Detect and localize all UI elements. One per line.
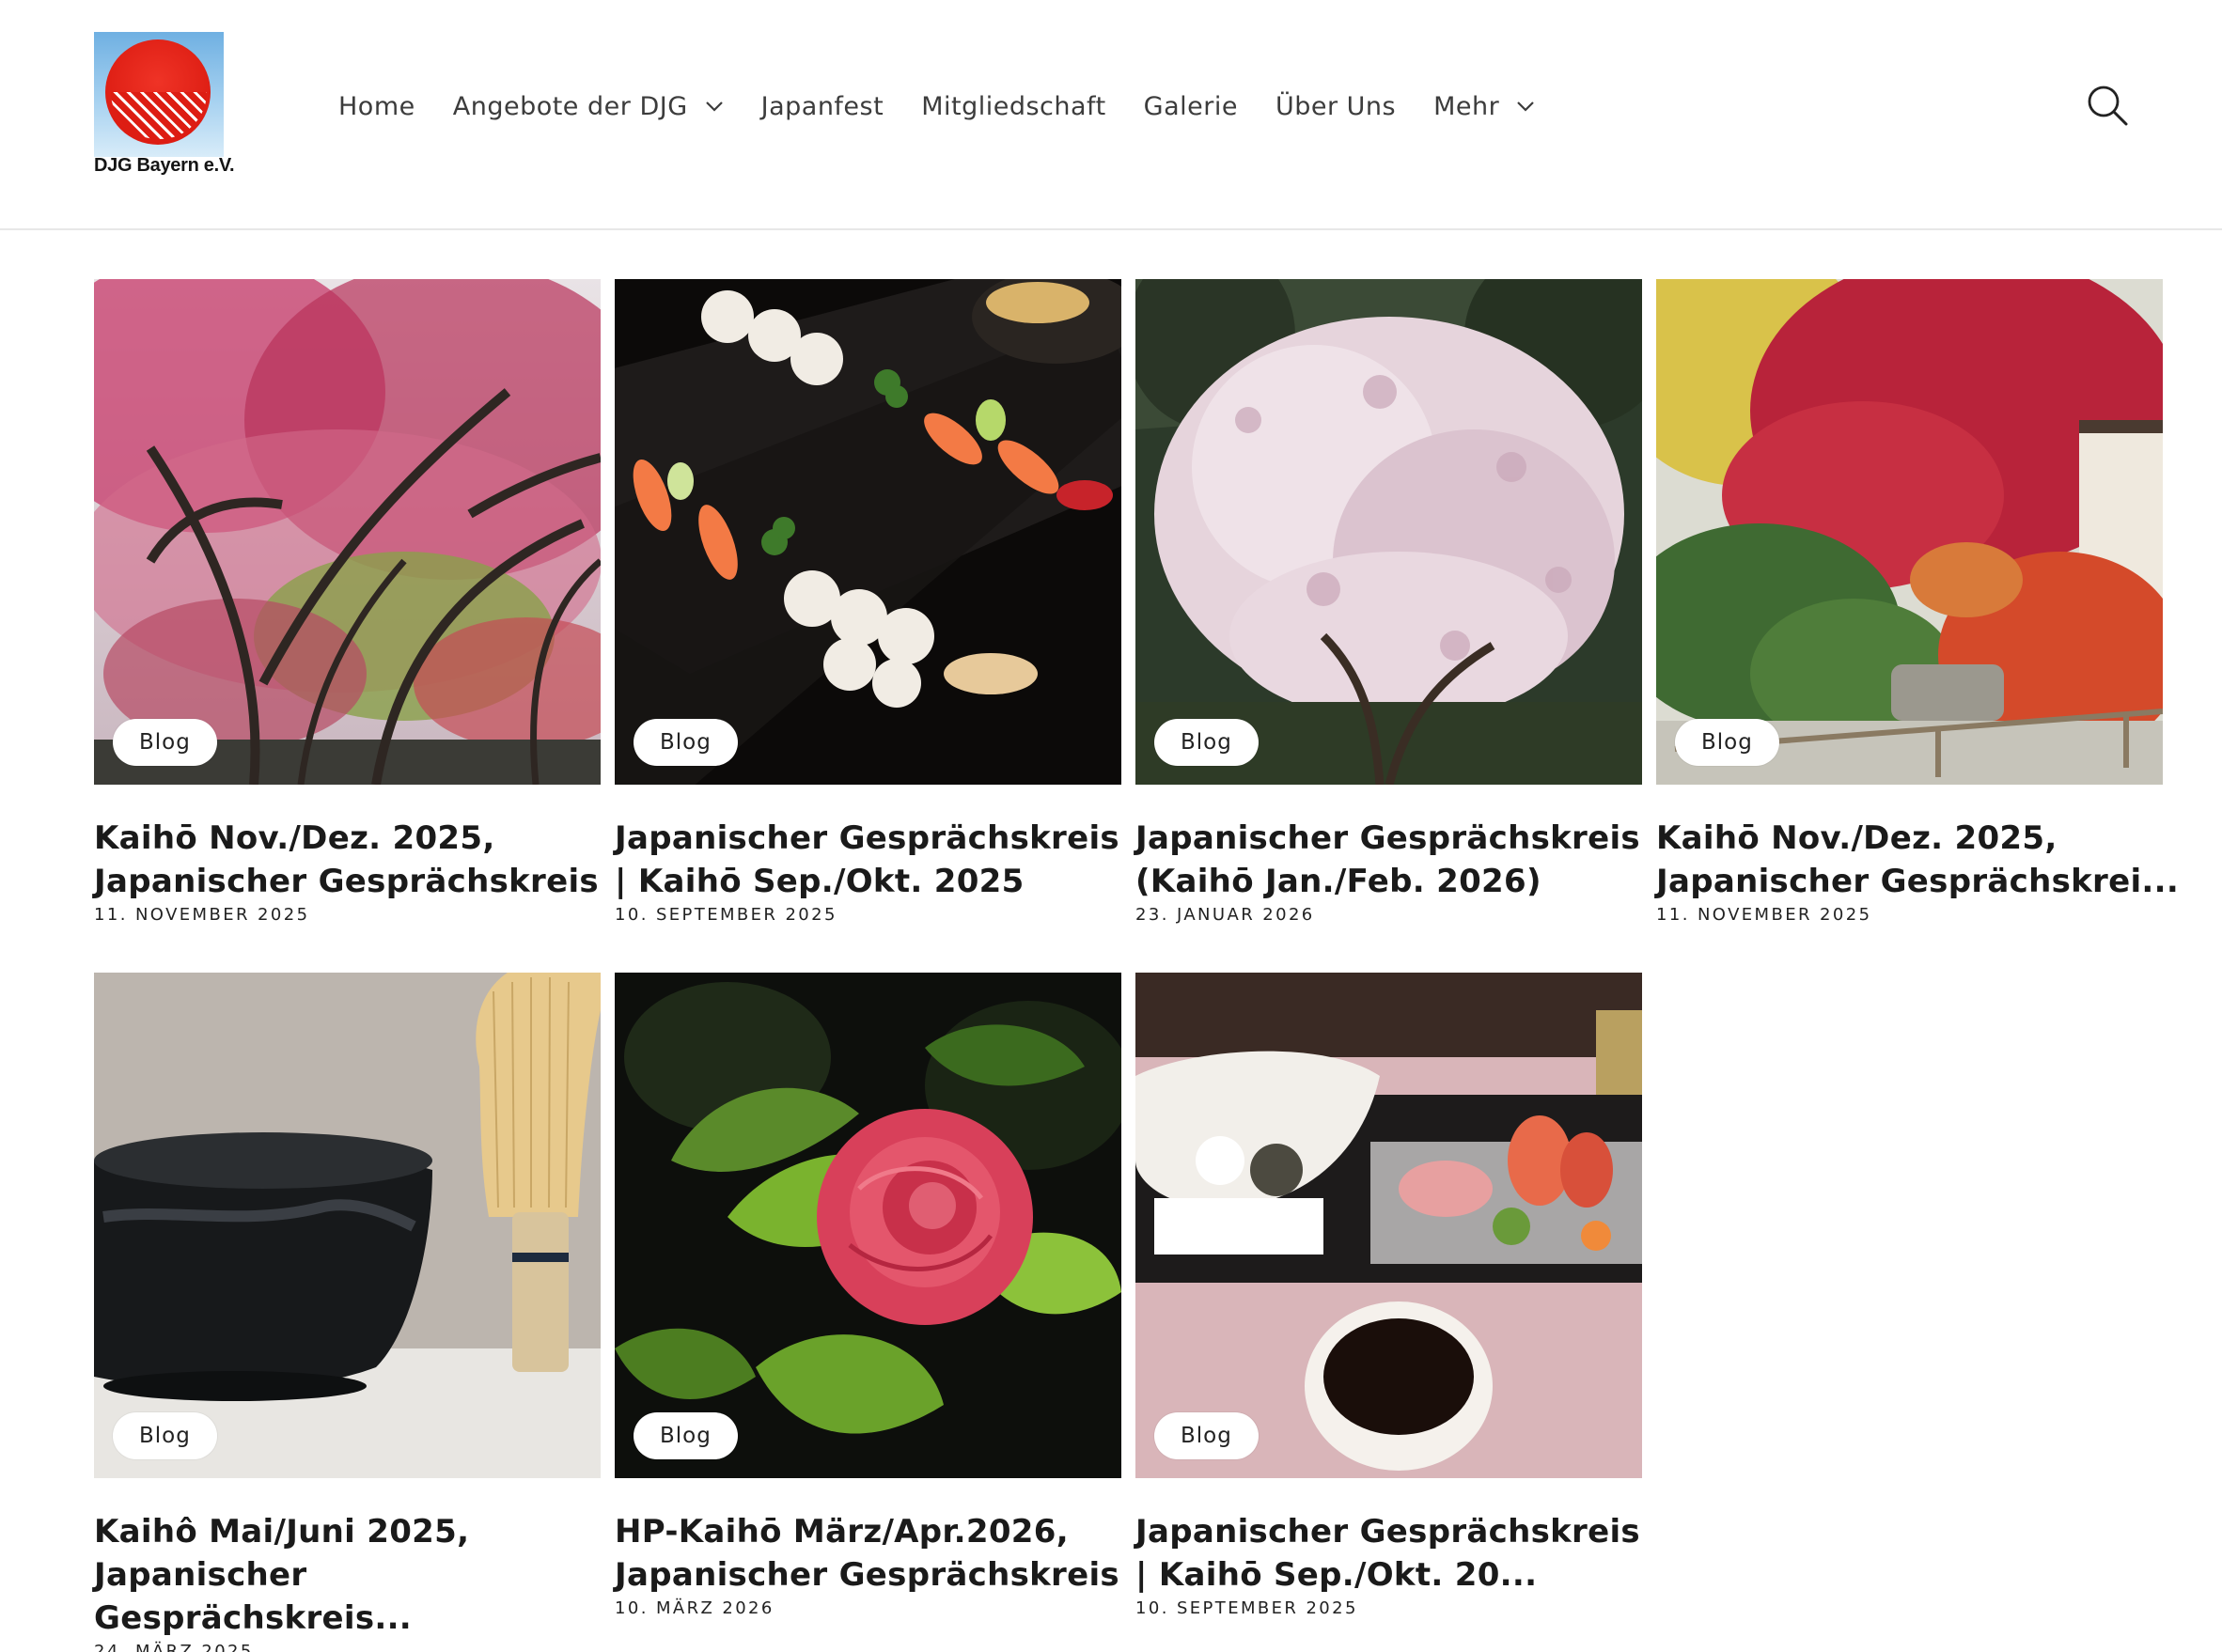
category-badge[interactable]: Blog	[113, 719, 217, 766]
nav-item-label: Angebote der DJG	[452, 91, 688, 121]
post-date: 10. MÄRZ 2026	[615, 1598, 775, 1618]
blog-post-card[interactable]: Blog Japanischer Gesprächskreis (Kaihō J…	[1135, 279, 1642, 925]
autumn-maple-image	[94, 279, 601, 785]
nav-item-home[interactable]: Home	[320, 92, 434, 121]
category-badge[interactable]: Blog	[634, 1412, 738, 1459]
post-date: 11. NOVEMBER 2025	[94, 905, 310, 925]
search-icon	[2088, 86, 2128, 126]
blog-post-card[interactable]: Blog Kaihō Nov./Dez. 2025, Japanischer G…	[1656, 279, 2179, 925]
nav-item-galerie[interactable]: Galerie	[1125, 92, 1257, 121]
nav-item-label: Über Uns	[1275, 91, 1397, 121]
category-badge[interactable]: Blog	[1154, 1412, 1259, 1459]
post-title[interactable]: Japanischer Gesprächskreis | Kaihō Sep./…	[615, 817, 1141, 903]
cherry-blossom-image	[1135, 279, 1642, 785]
nav-item-japanfest[interactable]: Japanfest	[743, 92, 903, 121]
post-title[interactable]: Kaihô Mai/Juni 2025, Japanischer Gespräc…	[94, 1510, 620, 1640]
logo-text: DJG Bayern e.V.	[94, 155, 235, 176]
post-date: 24. MÄRZ 2025	[94, 1642, 254, 1652]
post-date: 10. SEPTEMBER 2025	[1135, 1598, 1358, 1618]
camellia-flower-image	[615, 973, 1121, 1478]
nav-item-label: Galerie	[1143, 91, 1238, 121]
chevron-down-icon	[705, 101, 723, 112]
rising-sun-logo-icon	[94, 32, 224, 157]
nav-item-label: Mitgliedschaft	[921, 91, 1106, 121]
post-title[interactable]: Japanischer Gesprächskreis (Kaihō Jan./F…	[1135, 817, 1662, 903]
blog-post-card[interactable]: Blog Kaihô Mai/Juni 2025, Japanischer Ge…	[94, 973, 601, 1652]
post-date: 23. JANUAR 2026	[1135, 905, 1315, 925]
blog-post-card[interactable]: Blog Japanischer Gesprächskreis | Kaihō …	[1135, 973, 1642, 1618]
nav-item-mehr[interactable]: Mehr	[1415, 92, 1554, 121]
chevron-down-icon	[1517, 101, 1535, 112]
post-date: 10. SEPTEMBER 2025	[615, 905, 837, 925]
nav-item-angebote[interactable]: Angebote der DJG	[434, 92, 743, 121]
category-badge[interactable]: Blog	[1675, 719, 1779, 766]
site-logo[interactable]: DJG Bayern e.V.	[94, 32, 235, 179]
nav-item-label: Japanfest	[760, 91, 884, 121]
japanese-garden-image	[1656, 279, 2163, 785]
post-thumbnail-sashimi-tray[interactable]: Blog	[1135, 973, 1642, 1478]
category-badge[interactable]: Blog	[113, 1412, 217, 1459]
blog-post-card[interactable]: Blog HP-Kaihō März/Apr.2026, Japanischer…	[615, 973, 1121, 1618]
search-button[interactable]	[2085, 83, 2130, 128]
nav-item-mitgliedschaft[interactable]: Mitgliedschaft	[902, 92, 1124, 121]
blog-post-card[interactable]: Blog Japanischer Gesprächskreis | Kaihō …	[615, 279, 1121, 925]
post-thumbnail-japanese-garden[interactable]: Blog	[1656, 279, 2163, 785]
sushi-platter-image	[615, 279, 1121, 785]
blog-post-card[interactable]: Blog Kaihō Nov./Dez. 2025, Japanischer G…	[94, 279, 601, 925]
nav-item-label: Home	[338, 91, 415, 121]
post-thumbnail-tea-bowl[interactable]: Blog	[94, 973, 601, 1478]
sashimi-tray-image	[1135, 973, 1642, 1478]
post-title[interactable]: Japanischer Gesprächskreis | Kaihō Sep./…	[1135, 1510, 1662, 1597]
post-thumbnail-camellia[interactable]: Blog	[615, 973, 1121, 1478]
nav-item-label: Mehr	[1433, 91, 1500, 121]
category-badge[interactable]: Blog	[634, 719, 738, 766]
category-badge[interactable]: Blog	[1154, 719, 1259, 766]
post-thumbnail-cherry-blossom[interactable]: Blog	[1135, 279, 1642, 785]
tea-bowl-image	[94, 973, 601, 1478]
post-title[interactable]: Kaihō Nov./Dez. 2025, Japanischer Gesprä…	[94, 817, 620, 903]
main-navigation: Home Angebote der DJG Japanfest Mitglied…	[320, 87, 1554, 125]
post-thumbnail-sushi-platter[interactable]: Blog	[615, 279, 1121, 785]
post-title[interactable]: Kaihō Nov./Dez. 2025, Japanischer Gesprä…	[1656, 817, 2183, 903]
post-title[interactable]: HP-Kaihō März/Apr.2026, Japanischer Gesp…	[615, 1510, 1141, 1597]
nav-item-ueber-uns[interactable]: Über Uns	[1257, 92, 1415, 121]
post-thumbnail-autumn-maple-park[interactable]: Blog	[94, 279, 601, 785]
post-date: 11. NOVEMBER 2025	[1656, 905, 1872, 925]
site-header: DJG Bayern e.V. Home Angebote der DJG Ja…	[0, 0, 2222, 230]
